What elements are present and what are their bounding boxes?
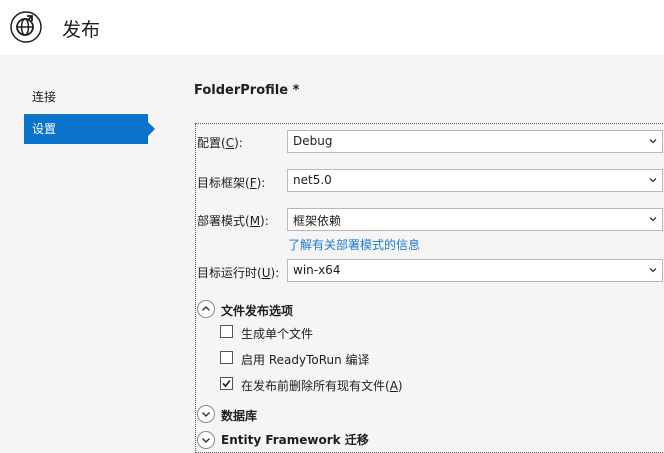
- configuration-label: 配置(C):: [197, 136, 243, 150]
- nav-item-settings[interactable]: 设置: [24, 114, 155, 144]
- chevron-down-icon: [649, 139, 657, 144]
- chevron-down-icon: [202, 412, 210, 417]
- chevron-down-icon: [649, 178, 657, 183]
- target-framework-select[interactable]: net5.0: [287, 169, 663, 192]
- delete-existing-files-checkbox[interactable]: [220, 377, 233, 390]
- deployment-mode-label: 部署模式(M):: [197, 214, 269, 228]
- target-runtime-label: 目标运行时(U):: [197, 266, 280, 280]
- deployment-mode-select[interactable]: 框架依赖: [287, 208, 663, 231]
- target-runtime-value: win-x64: [293, 263, 341, 277]
- target-framework-label: 目标框架(F):: [197, 176, 266, 190]
- chevron-up-icon: [202, 306, 210, 311]
- checkmark-icon: [222, 379, 231, 388]
- profile-title: FolderProfile *: [194, 83, 300, 98]
- database-expand-button[interactable]: [197, 405, 215, 423]
- deployment-mode-info-link[interactable]: 了解有关部署模式的信息: [288, 236, 420, 253]
- target-runtime-select[interactable]: win-x64: [287, 259, 663, 282]
- single-file-checkbox[interactable]: [220, 325, 233, 338]
- single-file-label: 生成单个文件: [241, 327, 314, 341]
- nav-item-connection[interactable]: 连接: [24, 82, 144, 112]
- page-title: 发布: [62, 19, 101, 41]
- database-title: 数据库: [221, 409, 258, 423]
- delete-existing-files-label: 在发布前删除所有现有文件(A): [241, 379, 403, 393]
- file-options-title: 文件发布选项: [221, 304, 294, 318]
- ef-migrations-expand-button[interactable]: [197, 431, 215, 449]
- target-framework-value: net5.0: [293, 173, 332, 187]
- header: 发布: [0, 0, 664, 55]
- readytorun-label: 启用 ReadyToRun 编译: [241, 353, 370, 367]
- file-options-collapse-button[interactable]: [197, 300, 215, 318]
- deployment-mode-value: 框架依赖: [293, 214, 342, 228]
- configuration-value: Debug: [293, 134, 333, 148]
- configuration-select[interactable]: Debug: [287, 130, 663, 153]
- chevron-down-icon: [649, 268, 657, 273]
- chevron-down-icon: [202, 438, 210, 443]
- chevron-down-icon: [649, 217, 657, 222]
- globe-publish-icon: [10, 11, 42, 43]
- readytorun-checkbox[interactable]: [220, 351, 233, 364]
- ef-migrations-title: Entity Framework 迁移: [221, 433, 369, 447]
